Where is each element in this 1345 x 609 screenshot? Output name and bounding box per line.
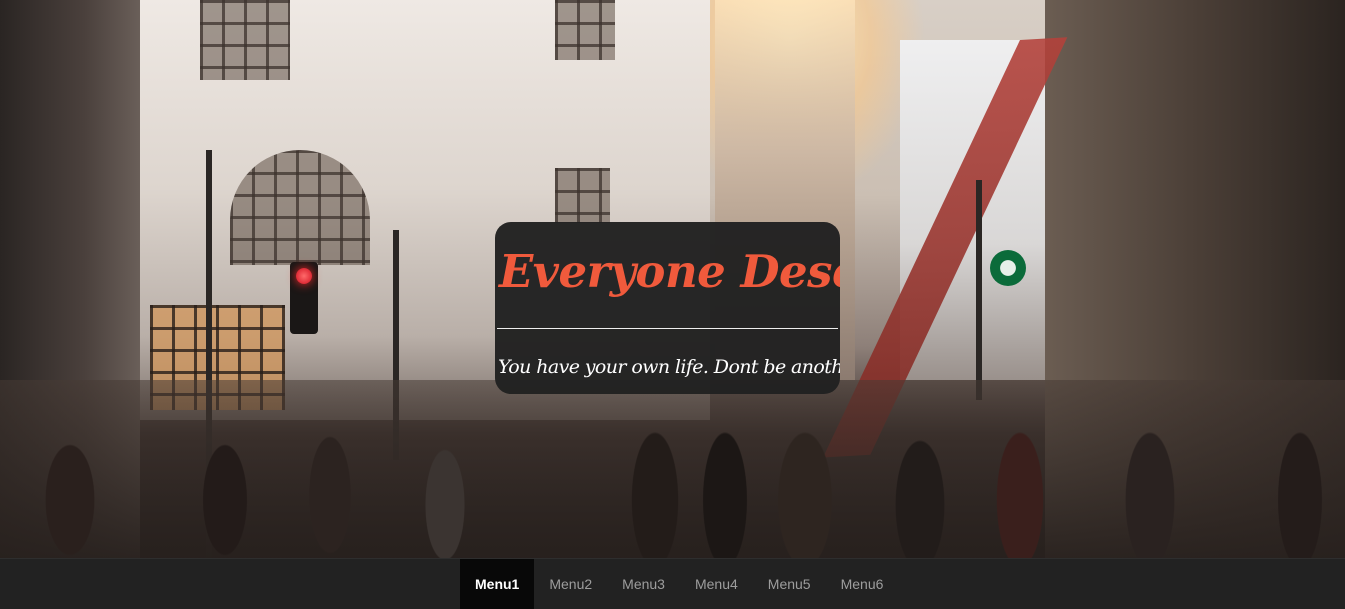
page: Everyone Deserves You have your own life…: [0, 0, 1345, 609]
hero-text-card: Everyone Deserves You have your own life…: [495, 222, 840, 394]
bottom-navbar: Menu1 Menu2 Menu3 Menu4 Menu5 Menu6: [0, 558, 1345, 609]
crowd-of-pedestrians: [0, 380, 1345, 558]
building-window: [555, 0, 615, 60]
building-window: [555, 168, 610, 223]
nav-item-menu1[interactable]: Menu1: [460, 559, 535, 609]
nav-item-menu6[interactable]: Menu6: [826, 559, 899, 609]
nav-item-menu3[interactable]: Menu3: [607, 559, 680, 609]
nav-menu: Menu1 Menu2 Menu3 Menu4 Menu5 Menu6: [460, 559, 898, 609]
nav-item-menu5[interactable]: Menu5: [753, 559, 826, 609]
hero-subtitle: You have your own life. Dont be another!: [498, 356, 840, 378]
nav-item-menu2[interactable]: Menu2: [534, 559, 607, 609]
building-window: [200, 0, 290, 80]
lamp-post: [976, 180, 982, 400]
traffic-light: [290, 262, 318, 334]
cafe-logo-sign: [990, 250, 1026, 286]
hero-divider: [497, 328, 838, 329]
nav-item-menu4[interactable]: Menu4: [680, 559, 753, 609]
hero-title: Everyone Deserves: [499, 245, 840, 298]
